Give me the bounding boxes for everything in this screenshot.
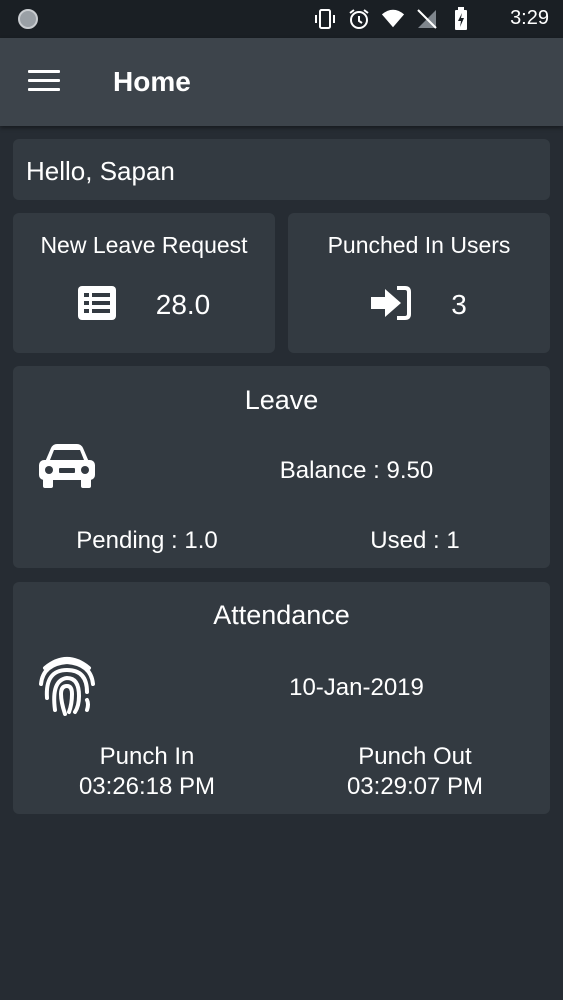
greeting-card: Hello, Sapan — [13, 139, 550, 200]
list-icon — [77, 285, 116, 325]
leave-title: Leave — [244, 385, 319, 415]
punch-in-time: 03:26:18 PM — [78, 773, 216, 800]
leave-used: Used : 1 — [370, 527, 460, 554]
punched-in-users-value: 3 — [451, 289, 467, 320]
punch-out-time: 03:29:07 PM — [346, 773, 484, 800]
page-title: Home — [113, 66, 191, 97]
battery-charging-icon — [449, 7, 473, 31]
hamburger-menu-icon[interactable] — [22, 66, 66, 98]
sign-in-icon — [371, 285, 412, 325]
app-bar: Home — [0, 38, 563, 126]
fingerprint-icon — [37, 654, 97, 716]
new-leave-request-card[interactable]: New Leave Request 28.0 — [13, 213, 275, 353]
leave-card[interactable]: Leave Balance : 9.50 Pending : 1.0 Used … — [13, 366, 550, 568]
punch-out-label: Punch Out — [358, 743, 472, 770]
attendance-card[interactable]: Attendance 10-Jan-2019 Punch In 03:26:18… — [13, 582, 550, 814]
leave-balance: Balance : 9.50 — [279, 457, 434, 484]
attendance-title: Attendance — [213, 600, 350, 630]
punched-in-users-card[interactable]: Punched In Users 3 — [288, 213, 550, 353]
punched-in-users-title: Punched In Users — [327, 232, 511, 258]
greeting-text: Hello, Sapan — [26, 156, 175, 186]
attendance-date: 10-Jan-2019 — [289, 674, 424, 701]
no-signal-icon — [415, 7, 439, 31]
new-leave-request-title: New Leave Request — [40, 232, 248, 258]
car-icon — [37, 442, 97, 502]
alarm-icon — [347, 7, 371, 31]
vibrate-icon — [313, 7, 337, 31]
punch-in-label: Punch In — [99, 743, 195, 770]
leave-pending: Pending : 1.0 — [76, 527, 218, 554]
notification-dot-icon — [18, 9, 38, 29]
status-bar: 3:29 — [0, 0, 563, 38]
status-time: 3:29 — [510, 7, 549, 29]
status-icons — [313, 6, 473, 32]
new-leave-request-value: 28.0 — [155, 289, 211, 320]
wifi-icon — [381, 7, 405, 31]
